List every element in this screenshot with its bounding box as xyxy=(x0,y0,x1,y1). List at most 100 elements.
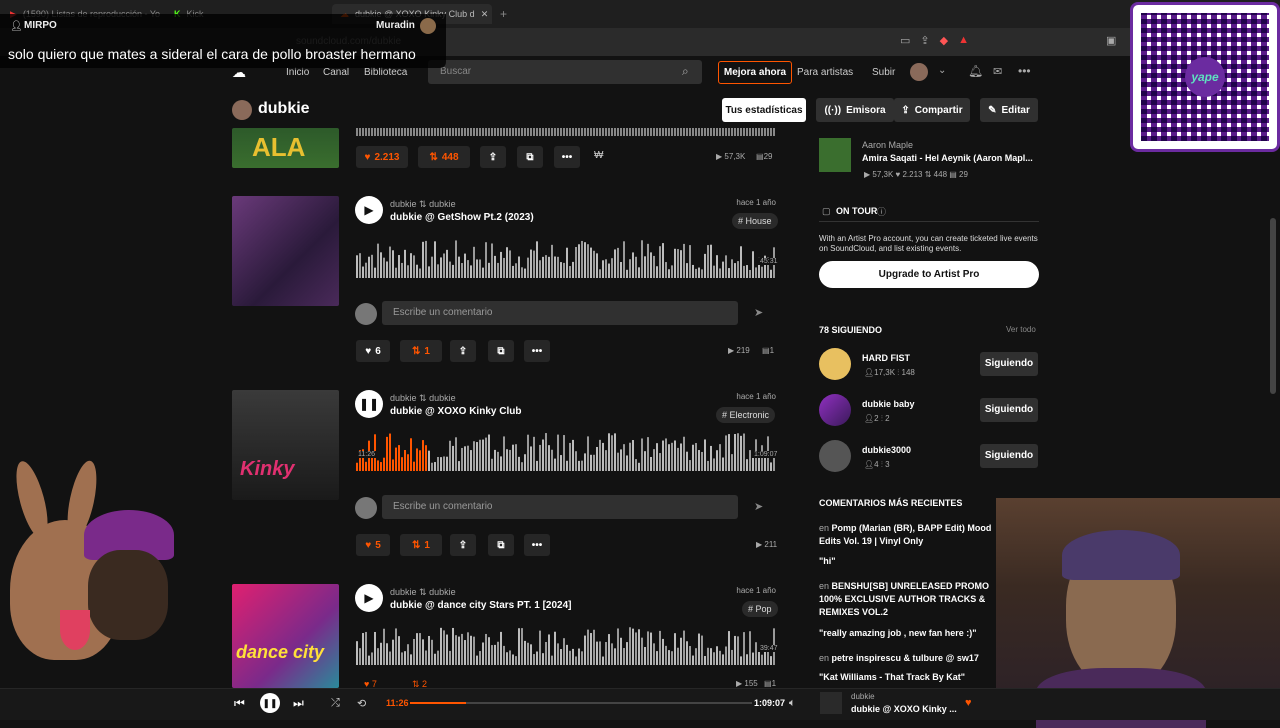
track-user[interactable]: dubkie ⇅ dubkie xyxy=(390,199,456,210)
screenshot-icon[interactable]: ▭ xyxy=(900,34,910,47)
avatar[interactable] xyxy=(819,440,851,472)
info-icon[interactable]: ⓘ xyxy=(877,205,886,218)
chevron-down-icon[interactable]: ⌄ xyxy=(938,65,946,76)
play-button[interactable]: ▶ xyxy=(355,584,383,612)
track-user[interactable]: dubkie ⇅ dubkie xyxy=(390,587,456,598)
track-artwork[interactable]: ALA xyxy=(232,128,339,168)
upgrade-button[interactable]: Mejora ahora xyxy=(718,61,792,84)
following-button[interactable]: Siguiendo xyxy=(980,398,1038,422)
scrollbar[interactable] xyxy=(1270,218,1276,394)
more-button[interactable]: ••• xyxy=(524,534,550,556)
search-icon[interactable]: ⌕ xyxy=(682,64,689,79)
for-artists-link[interactable]: Para artistas xyxy=(797,67,853,78)
play-button[interactable]: ▶ xyxy=(355,196,383,224)
more-icon[interactable]: ••• xyxy=(1018,64,1031,78)
send-icon[interactable]: ➤ xyxy=(754,306,763,319)
comment-prefix: en xyxy=(819,523,830,533)
profile-avatar[interactable] xyxy=(232,100,252,120)
buy-icon[interactable]: ₩ xyxy=(594,150,603,161)
like-button[interactable]: ♥ 5 xyxy=(356,534,390,556)
copy-link-button[interactable]: ⧉ xyxy=(488,534,514,556)
track-title[interactable]: dubkie @ XOXO Kinky Club xyxy=(390,406,521,417)
track-tag[interactable]: # Pop xyxy=(742,601,778,617)
rewards-icon[interactable]: ▲ xyxy=(958,34,969,47)
track-artwork[interactable]: dance city xyxy=(232,584,339,688)
nav-library[interactable]: Biblioteca xyxy=(364,67,407,78)
recent-comment[interactable]: en BENSHU[SB] UNRELEASED PROMO 100% EXCL… xyxy=(819,580,995,619)
upgrade-artist-pro-button[interactable]: Upgrade to Artist Pro xyxy=(819,261,1039,288)
mascot-overlay xyxy=(0,458,200,688)
waveform[interactable] xyxy=(356,238,776,278)
waveform[interactable] xyxy=(356,431,776,471)
send-icon[interactable]: ➤ xyxy=(754,500,763,513)
share-icon[interactable]: ⇪ xyxy=(920,34,929,47)
track-title[interactable]: dubkie @ dance city Stars PT. 1 [2024] xyxy=(390,600,572,611)
avatar[interactable] xyxy=(819,394,851,426)
view-all-link[interactable]: Ver todo xyxy=(1006,325,1036,334)
following-button[interactable]: Siguiendo xyxy=(980,352,1038,376)
following-name[interactable]: HARD FIST xyxy=(862,353,910,363)
comment-input[interactable]: Escribe un comentario xyxy=(382,495,738,519)
player-artist[interactable]: dubkie xyxy=(851,692,875,701)
featured-title[interactable]: Amira Saqati - Hel Aeynik (Aaron Mapl... xyxy=(862,153,1034,163)
repeat-icon[interactable]: ⟲ xyxy=(357,697,366,710)
repost-button[interactable]: ⇅ 448 xyxy=(418,146,470,168)
track-tag[interactable]: # Electronic xyxy=(716,407,776,423)
player-title[interactable]: dubkie @ XOXO Kinky ... xyxy=(851,704,957,714)
share-track-button[interactable]: ⇪ xyxy=(480,146,506,168)
featured-artwork[interactable] xyxy=(819,138,851,172)
featured-artist[interactable]: Aaron Maple xyxy=(862,140,913,150)
share-track-button[interactable]: ⇪ xyxy=(450,534,476,556)
shuffle-icon[interactable]: ⤮ xyxy=(331,697,340,710)
pause-button[interactable]: ❚❚ xyxy=(260,693,280,713)
avatar[interactable] xyxy=(819,348,851,380)
recent-comment[interactable]: en Pomp (Marian (BR), BAPP Edit) Mood Ed… xyxy=(819,522,995,548)
track-artwork[interactable]: Kinky xyxy=(232,390,339,500)
more-button[interactable]: ••• xyxy=(554,146,580,168)
bell-icon[interactable]: 🔔︎ xyxy=(968,64,983,78)
more-button[interactable]: ••• xyxy=(524,340,550,362)
share-track-button[interactable]: ⇪ xyxy=(450,340,476,362)
share-button[interactable]: ⇪ Compartir xyxy=(894,98,970,122)
close-tab-icon[interactable]: ✕ xyxy=(481,9,489,20)
avatar[interactable] xyxy=(910,63,928,81)
track-tag[interactable]: # House xyxy=(732,213,778,229)
previous-icon[interactable]: ⏮︎ xyxy=(234,696,245,711)
repost-count[interactable]: ⇅ 2 xyxy=(412,679,427,688)
following-name[interactable]: dubkie3000 xyxy=(862,445,911,455)
nav-home[interactable]: Inicio xyxy=(286,67,309,78)
copy-link-button[interactable]: ⧉ xyxy=(517,146,543,168)
copy-link-button[interactable]: ⧉ xyxy=(488,340,514,362)
player-artwork[interactable] xyxy=(820,692,842,714)
nav-feed[interactable]: Canal xyxy=(323,67,349,78)
volume-icon[interactable]: 🔈︎ xyxy=(789,697,796,710)
recent-comment[interactable]: en petre inspirescu & tulbure @ sw17 xyxy=(819,653,995,663)
mail-icon[interactable]: ✉ xyxy=(993,65,1002,78)
like-count[interactable]: ♥ 7 xyxy=(364,679,377,688)
like-button[interactable]: ♥ 6 xyxy=(356,340,390,362)
repost-button[interactable]: ⇅ 1 xyxy=(400,340,442,362)
track-title[interactable]: dubkie @ GetShow Pt.2 (2023) xyxy=(390,212,534,223)
following-name[interactable]: dubkie baby xyxy=(862,399,915,409)
waveform[interactable] xyxy=(356,625,776,665)
pause-button[interactable]: ❚❚ xyxy=(355,390,383,418)
track-user[interactable]: dubkie ⇅ dubkie xyxy=(390,393,456,404)
heart-icon[interactable]: ♥ xyxy=(965,697,972,709)
following-button[interactable]: Siguiendo xyxy=(980,444,1038,468)
comment-input[interactable]: Escribe un comentario xyxy=(382,301,738,325)
brave-icon[interactable]: ◆ xyxy=(940,34,948,47)
following-header[interactable]: 78 SIGUIENDO xyxy=(819,325,882,335)
waveform[interactable] xyxy=(356,128,776,136)
new-tab-icon[interactable]: + xyxy=(500,7,507,21)
edit-button[interactable]: ✎ Editar xyxy=(980,98,1038,122)
stats-button[interactable]: Tus estadísticas xyxy=(722,98,806,122)
sidebar-toggle-icon[interactable]: ▣ xyxy=(1106,34,1116,47)
track-artwork[interactable] xyxy=(232,196,339,306)
upload-link[interactable]: Subir xyxy=(872,67,895,78)
station-button[interactable]: ((·)) Emisora xyxy=(816,98,894,122)
repost-button[interactable]: ⇅ 1 xyxy=(400,534,442,556)
edit-label: Editar xyxy=(1001,104,1030,116)
like-button[interactable]: ♥ 2.213 xyxy=(356,146,408,168)
next-icon[interactable]: ⏭︎ xyxy=(293,696,304,711)
search-input[interactable]: Buscar xyxy=(428,60,702,84)
